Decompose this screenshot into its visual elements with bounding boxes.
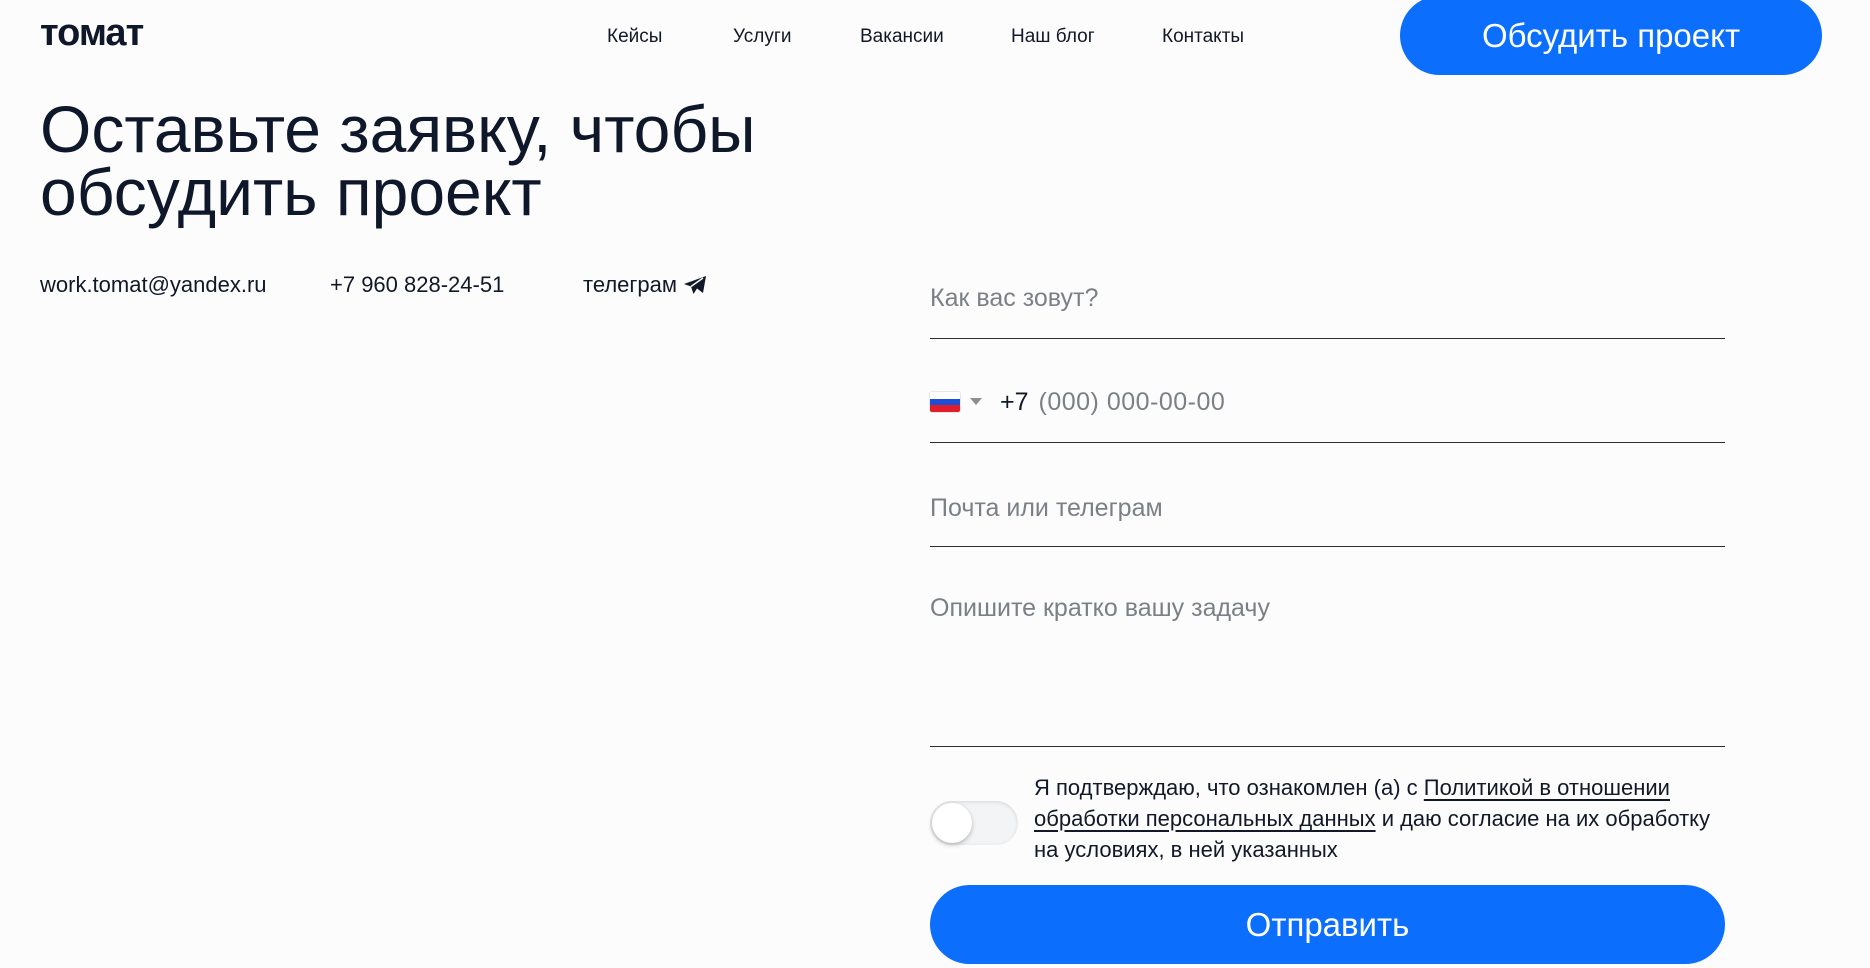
name-input[interactable] [930, 284, 1725, 313]
nav-item-blog[interactable]: Наш блог [1011, 26, 1095, 48]
contact-email[interactable]: work.tomat@yandex.ru [40, 272, 267, 298]
chevron-down-icon[interactable] [970, 398, 982, 405]
contact-telegram-label: телеграм [583, 272, 678, 297]
phone-country-code: +7 [1000, 388, 1029, 416]
email-or-telegram-input[interactable] [930, 494, 1725, 523]
submit-button[interactable]: Отправить [930, 885, 1725, 964]
logo[interactable]: томат [40, 12, 144, 55]
phone-field-wrapper: +7 [930, 374, 1725, 443]
discuss-project-button[interactable]: Обсудить проект [1400, 0, 1822, 75]
toggle-knob [932, 803, 972, 843]
task-textarea[interactable] [930, 594, 1725, 724]
nav-item-contacts[interactable]: Контакты [1162, 26, 1244, 48]
nav-item-services[interactable]: Услуги [733, 26, 791, 48]
paper-plane-icon [684, 276, 707, 294]
contact-telegram[interactable]: телеграм [583, 272, 707, 298]
request-form: +7 Я подтверждаю, что ознакомлен (а) с П… [930, 270, 1725, 964]
contact-field-wrapper [930, 478, 1725, 547]
consent-text: Я подтверждаю, что ознакомлен (а) с Поли… [1034, 772, 1734, 865]
russia-flag-icon[interactable] [930, 392, 960, 412]
page-title: Оставьте заявку, чтобы обсудить проект [40, 92, 756, 229]
name-field-wrapper [930, 270, 1725, 339]
task-field-wrapper [930, 582, 1725, 747]
phone-input[interactable] [1038, 388, 1639, 417]
nav-item-cases[interactable]: Кейсы [607, 26, 662, 48]
consent-block: Я подтверждаю, что ознакомлен (а) с Поли… [930, 772, 1725, 872]
nav-item-vacancies[interactable]: Вакансии [860, 26, 944, 48]
consent-toggle[interactable] [930, 801, 1018, 845]
consent-text-before: Я подтверждаю, что ознакомлен (а) с [1034, 775, 1424, 800]
contact-phone[interactable]: +7 960 828-24-51 [330, 272, 504, 298]
